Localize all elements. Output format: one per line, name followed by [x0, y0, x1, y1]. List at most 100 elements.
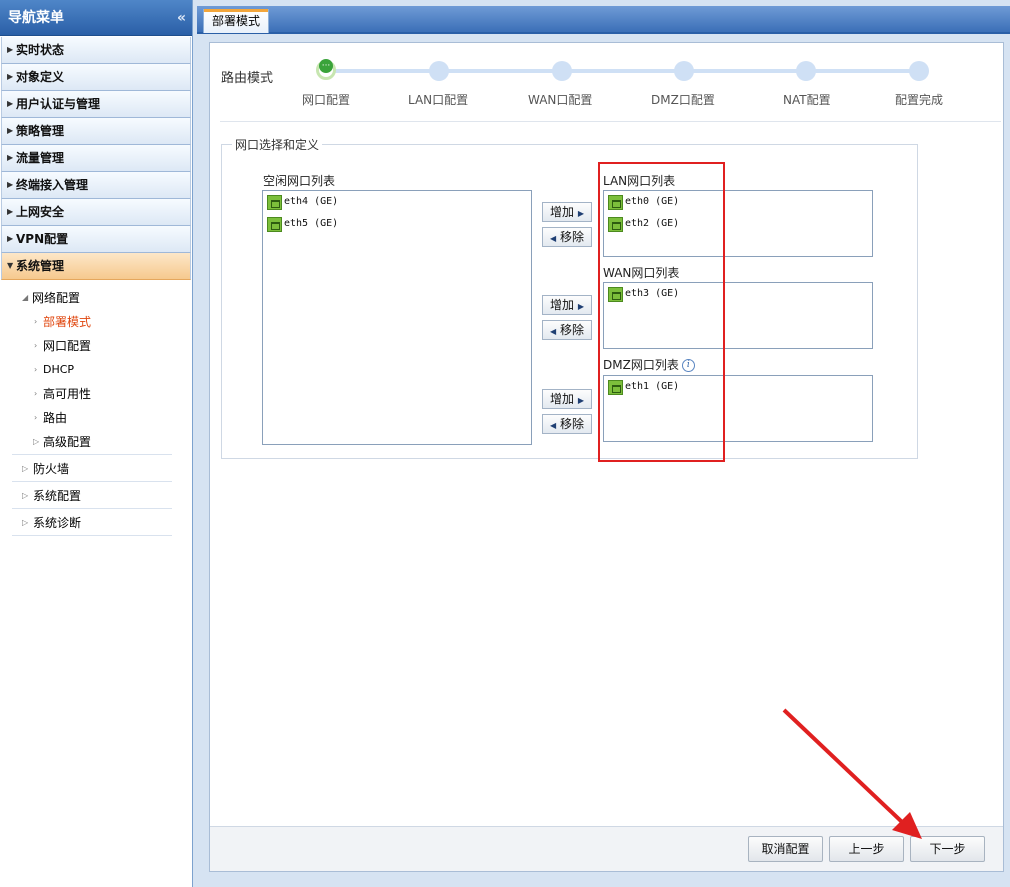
wan-ports-list[interactable]: eth3 (GE) [603, 282, 873, 349]
sidebar-item-policy[interactable]: ▶ 策略管理 [1, 118, 191, 145]
tree-port-config[interactable]: › 网口配置 [0, 334, 192, 358]
list-item[interactable]: eth4 (GE) [263, 191, 531, 213]
arrow-left-icon: ◀ [550, 327, 557, 336]
sidebar-title: 导航菜单 [8, 10, 64, 26]
collapse-icon[interactable]: « [177, 0, 186, 36]
wan-ports-label: WAN网口列表 [603, 266, 680, 280]
nav-sidebar: 导航菜单 « ▶ 实时状态 ▶ 对象定义 ▶ 用户认证与管理 ▶ 策略管理 ▶ 流量管理 … [0, 0, 193, 887]
sidebar-item-system-management[interactable]: ▼ 系统管理 [1, 253, 191, 280]
tree-collapsed-icon: ▷ [22, 491, 29, 500]
list-item[interactable]: eth1 (GE) [604, 376, 872, 398]
step-label: 配置完成 [895, 93, 944, 107]
chevron-right-icon: › [34, 365, 38, 374]
step-label: DMZ口配置 [651, 93, 715, 107]
tree-expanded-icon: ◢ [22, 293, 29, 302]
step-dot [909, 61, 929, 81]
tree-collapsed-icon: ▷ [33, 437, 40, 446]
network-port-icon [608, 379, 623, 395]
tree-collapsed-icon: ▷ [22, 464, 29, 473]
tree-high-availability[interactable]: › 高可用性 [0, 382, 192, 406]
tree-firewall[interactable]: ▷ 防火墙 [0, 457, 192, 481]
lan-ports-list[interactable]: eth0 (GE) eth2 (GE) [603, 190, 873, 257]
wizard-title: 路由模式 [221, 71, 274, 86]
sidebar-item-user-auth[interactable]: ▶ 用户认证与管理 [1, 91, 191, 118]
main-area: 部署模式 路由模式 网口配置 LAN口配置 WAN口配置 DMZ口配置 NAT配… [197, 0, 1010, 887]
chevron-right-icon: ▶ [7, 234, 14, 243]
system-tree: ◢ 网络配置 › 部署模式 › 网口配置 › DHCP › 高可用性 › 路由 … [0, 280, 192, 536]
sidebar-item-web-security[interactable]: ▶ 上网安全 [1, 199, 191, 226]
network-port-icon [267, 194, 282, 210]
arrow-left-icon: ◀ [550, 421, 557, 430]
list-item[interactable]: eth0 (GE) [604, 191, 872, 213]
chevron-right-icon: ▶ [7, 180, 14, 189]
divider [220, 121, 1001, 122]
arrow-left-icon: ◀ [550, 234, 557, 243]
arrow-right-icon: ▶ [577, 302, 584, 311]
network-port-icon [267, 216, 282, 232]
step-dot [429, 61, 449, 81]
dmz-remove-button[interactable]: ◀ 移除 [542, 414, 592, 434]
cancel-config-button[interactable]: 取消配置 [748, 836, 823, 862]
wan-remove-button[interactable]: ◀ 移除 [542, 320, 592, 340]
free-ports-label: 空闲网口列表 [263, 174, 336, 188]
info-icon[interactable]: i [681, 359, 695, 372]
wizard-footer: 取消配置 上一步 下一步 [210, 826, 1003, 871]
sidebar-item-realtime-status[interactable]: ▶ 实时状态 [1, 37, 191, 64]
list-item[interactable]: eth3 (GE) [604, 283, 872, 305]
chevron-right-icon: ▶ [7, 72, 14, 81]
free-ports-list[interactable]: eth4 (GE) eth5 (GE) [262, 190, 532, 445]
chevron-right-icon: ▶ [7, 207, 14, 216]
dmz-ports-list[interactable]: eth1 (GE) [603, 375, 873, 442]
previous-step-button[interactable]: 上一步 [829, 836, 904, 862]
chevron-right-icon: ▶ [7, 126, 14, 135]
tree-deploy-mode[interactable]: › 部署模式 [0, 310, 192, 334]
wizard-panel: 路由模式 网口配置 LAN口配置 WAN口配置 DMZ口配置 NAT配置 配置完… [209, 42, 1004, 872]
network-port-icon [608, 286, 623, 302]
sidebar-header: 导航菜单 « [0, 0, 192, 36]
sidebar-item-object-definition[interactable]: ▶ 对象定义 [1, 64, 191, 91]
step-label: 网口配置 [302, 93, 351, 107]
network-port-icon [608, 194, 623, 210]
tree-collapsed-icon: ▷ [22, 518, 29, 527]
group-legend: 网口选择和定义 [235, 138, 320, 152]
chevron-right-icon: ▶ [7, 45, 14, 54]
wizard-progress-line [328, 69, 923, 73]
dmz-ports-label: DMZ网口列表 i [603, 356, 695, 373]
lan-add-button[interactable]: 增加 ▶ [542, 202, 592, 222]
list-item[interactable]: eth2 (GE) [604, 213, 872, 235]
chevron-right-icon: ▶ [7, 153, 14, 162]
list-item[interactable]: eth5 (GE) [263, 213, 531, 235]
step-label: LAN口配置 [408, 93, 469, 107]
step-label: WAN口配置 [528, 93, 593, 107]
step-dot [552, 61, 572, 81]
sidebar-item-terminal-access[interactable]: ▶ 终端接入管理 [1, 172, 191, 199]
chevron-down-icon: ▼ [7, 261, 14, 270]
tree-system-config[interactable]: ▷ 系统配置 [0, 484, 192, 508]
wan-add-button[interactable]: 增加 ▶ [542, 295, 592, 315]
step-label: NAT配置 [783, 93, 831, 107]
tree-system-diagnosis[interactable]: ▷ 系统诊断 [0, 511, 192, 535]
chevron-right-icon: › [34, 413, 38, 422]
tab-bar: 部署模式 [197, 6, 1010, 34]
sidebar-item-traffic[interactable]: ▶ 流量管理 [1, 145, 191, 172]
network-port-icon [608, 216, 623, 232]
dmz-add-button[interactable]: 增加 ▶ [542, 389, 592, 409]
tree-routing[interactable]: › 路由 [0, 406, 192, 430]
arrow-right-icon: ▶ [577, 396, 584, 405]
step-dot [796, 61, 816, 81]
arrow-right-icon: ▶ [577, 209, 584, 218]
chevron-right-icon: › [34, 389, 38, 398]
lan-remove-button[interactable]: ◀ 移除 [542, 227, 592, 247]
step-dot [674, 61, 694, 81]
tree-advanced-config[interactable]: ▷ 高级配置 [0, 430, 192, 454]
chevron-right-icon: ▶ [7, 99, 14, 108]
step-dot-current [316, 59, 336, 80]
tree-network-config[interactable]: ◢ 网络配置 [0, 286, 192, 310]
sidebar-item-vpn[interactable]: ▶ VPN配置 [1, 226, 191, 253]
tree-dhcp[interactable]: › DHCP [0, 358, 192, 382]
next-step-button[interactable]: 下一步 [910, 836, 985, 862]
tab-deploy-mode[interactable]: 部署模式 [203, 9, 270, 33]
lan-ports-label: LAN网口列表 [603, 174, 676, 188]
chevron-right-icon: › [34, 341, 38, 350]
chevron-right-icon: › [34, 317, 38, 326]
